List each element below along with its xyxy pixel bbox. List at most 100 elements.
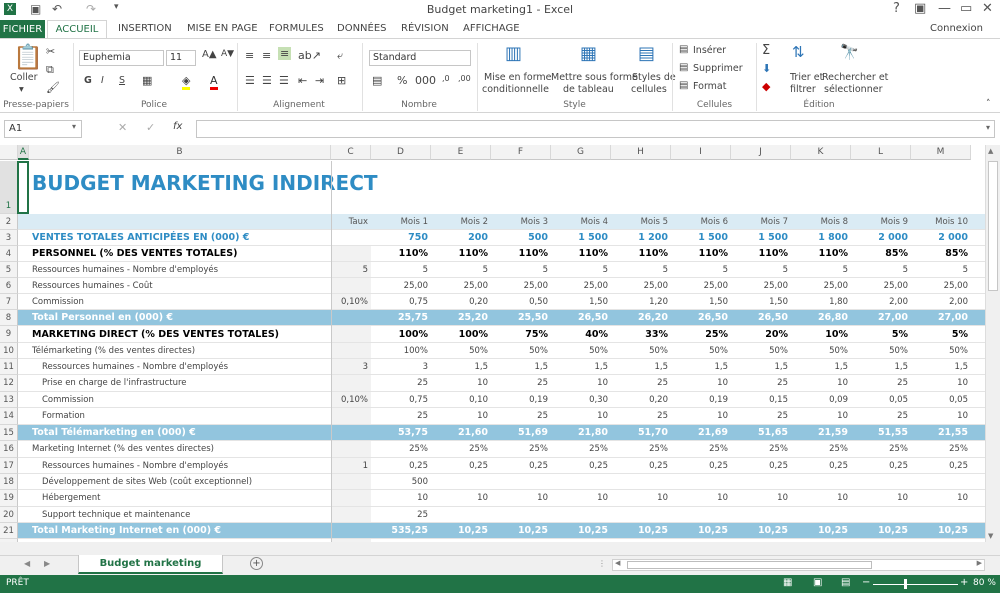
- month-cell[interactable]: 0,25: [611, 458, 671, 473]
- column-header-L[interactable]: L: [851, 145, 911, 160]
- column-header-H[interactable]: H: [611, 145, 671, 160]
- month-cell[interactable]: 26,50: [551, 310, 611, 325]
- row-label[interactable]: Formation: [29, 408, 331, 424]
- copy-icon[interactable]: ⧉: [46, 63, 54, 77]
- column-header-F[interactable]: F: [491, 145, 551, 160]
- rate-cell[interactable]: [331, 278, 371, 293]
- tab-file[interactable]: FICHIER: [0, 20, 45, 39]
- month-cell[interactable]: [731, 474, 791, 489]
- month-cell[interactable]: 10: [371, 490, 431, 506]
- month-cell[interactable]: [491, 507, 551, 522]
- month-cell[interactable]: 26,80: [791, 310, 851, 325]
- month-cell[interactable]: 1,5: [851, 359, 911, 374]
- month-cell[interactable]: 10: [911, 375, 971, 391]
- month-cell[interactable]: 500: [491, 230, 551, 245]
- worksheet-grid[interactable]: ABCDEFGHIJKLM 1 BUDGET MARKETING INDIRECT…: [0, 145, 985, 542]
- month-cell[interactable]: 25,00: [731, 278, 791, 293]
- month-cell[interactable]: 10,25: [491, 523, 551, 538]
- month-cell[interactable]: [431, 507, 491, 522]
- format-as-table-label-1[interactable]: Mettre sous forme: [551, 72, 638, 83]
- month-cell[interactable]: 10: [431, 408, 491, 424]
- month-cell[interactable]: 21,60: [431, 425, 491, 440]
- row-header[interactable]: 13: [0, 392, 18, 408]
- month-cell[interactable]: 21,80: [551, 425, 611, 440]
- insert-cells-icon[interactable]: ▤: [679, 44, 688, 55]
- month-cell[interactable]: 25,00: [911, 278, 971, 293]
- month-cell[interactable]: 0,25: [491, 458, 551, 473]
- month-cell[interactable]: 51,70: [611, 425, 671, 440]
- italic-button[interactable]: I: [101, 75, 104, 86]
- insert-cells-button[interactable]: Insérer: [693, 45, 726, 56]
- name-box[interactable]: A1: [4, 120, 82, 138]
- month-cell[interactable]: 25: [491, 408, 551, 424]
- rate-cell[interactable]: [331, 246, 371, 261]
- font-color-icon[interactable]: A: [210, 74, 218, 90]
- row-header[interactable]: 8: [0, 310, 18, 326]
- month-cell[interactable]: Mois 9: [851, 214, 911, 229]
- column-header-E[interactable]: E: [431, 145, 491, 160]
- month-cell[interactable]: 1,5: [791, 359, 851, 374]
- month-cell[interactable]: 3: [371, 359, 431, 374]
- month-cell[interactable]: 25%: [491, 441, 551, 457]
- month-cell[interactable]: 25: [851, 408, 911, 424]
- month-cell[interactable]: [671, 507, 731, 522]
- rate-cell[interactable]: [331, 230, 371, 245]
- row-label[interactable]: MARKETING DIRECT (% DES VENTES TOTALES): [29, 326, 331, 342]
- month-cell[interactable]: 0,75: [371, 294, 431, 309]
- rate-cell[interactable]: [331, 523, 371, 538]
- month-cell[interactable]: 21,59: [791, 425, 851, 440]
- month-cell[interactable]: 10: [551, 375, 611, 391]
- month-cell[interactable]: 51,69: [491, 425, 551, 440]
- add-sheet-icon[interactable]: +: [250, 557, 263, 570]
- scroll-right-icon[interactable]: ▶: [977, 559, 982, 567]
- month-cell[interactable]: 10: [671, 490, 731, 506]
- month-cell[interactable]: 0,75: [371, 392, 431, 407]
- column-header-B[interactable]: B: [29, 145, 331, 160]
- month-cell[interactable]: Mois 7: [731, 214, 791, 229]
- month-cell[interactable]: 25,50: [491, 310, 551, 325]
- month-cell[interactable]: 50%: [551, 343, 611, 358]
- row-header[interactable]: 21: [0, 523, 18, 539]
- month-cell[interactable]: 110%: [491, 246, 551, 261]
- month-cell[interactable]: 25%: [851, 441, 911, 457]
- column-header-A[interactable]: A: [18, 145, 29, 160]
- month-cell[interactable]: 1 500: [551, 230, 611, 245]
- zoom-out-icon[interactable]: −: [862, 577, 870, 588]
- month-cell[interactable]: 53,75: [371, 425, 431, 440]
- increase-indent-icon[interactable]: ⇥: [315, 74, 324, 87]
- grow-font-icon[interactable]: A▲: [202, 49, 217, 60]
- tab-data[interactable]: DONNÉES: [337, 23, 387, 34]
- row-label[interactable]: Total Télémarketing en (000) €: [29, 425, 331, 440]
- month-cell[interactable]: 535,25: [371, 523, 431, 538]
- month-cell[interactable]: 10: [911, 408, 971, 424]
- underline-button[interactable]: S: [119, 75, 125, 86]
- month-cell[interactable]: 1,20: [611, 294, 671, 309]
- rate-cell[interactable]: [331, 441, 371, 457]
- month-cell[interactable]: 0,20: [431, 294, 491, 309]
- zoom-slider-thumb[interactable]: [904, 579, 907, 589]
- rate-cell[interactable]: 0,10%: [331, 294, 371, 309]
- borders-icon[interactable]: ▦: [142, 74, 152, 87]
- row-header[interactable]: 10: [0, 343, 18, 359]
- month-cell[interactable]: 25: [611, 375, 671, 391]
- month-cell[interactable]: 25%: [671, 441, 731, 457]
- tab-split-icon[interactable]: ⋮: [598, 559, 606, 568]
- row-label[interactable]: Commission: [29, 294, 331, 309]
- align-left-icon[interactable]: ☰: [245, 74, 255, 87]
- month-cell[interactable]: Mois 8: [791, 214, 851, 229]
- row-header[interactable]: 15: [0, 425, 18, 441]
- horizontal-scrollbar[interactable]: ◀ ▶: [612, 559, 985, 571]
- normal-view-icon[interactable]: ▦: [783, 577, 792, 588]
- vertical-scroll-thumb[interactable]: [988, 161, 998, 291]
- month-cell[interactable]: Mois 6: [671, 214, 731, 229]
- month-cell[interactable]: 0,25: [851, 458, 911, 473]
- row-label[interactable]: Marketing Internet (% des ventes directe…: [29, 441, 331, 457]
- month-cell[interactable]: 50%: [791, 343, 851, 358]
- month-cell[interactable]: 0,19: [491, 392, 551, 407]
- month-cell[interactable]: 10,25: [671, 523, 731, 538]
- align-right-icon[interactable]: ☰: [279, 74, 289, 87]
- month-cell[interactable]: 1,50: [671, 294, 731, 309]
- month-cell[interactable]: 0,50: [491, 294, 551, 309]
- format-cells-button[interactable]: Format: [693, 81, 726, 92]
- ribbon-display-icon[interactable]: ▣: [914, 1, 926, 16]
